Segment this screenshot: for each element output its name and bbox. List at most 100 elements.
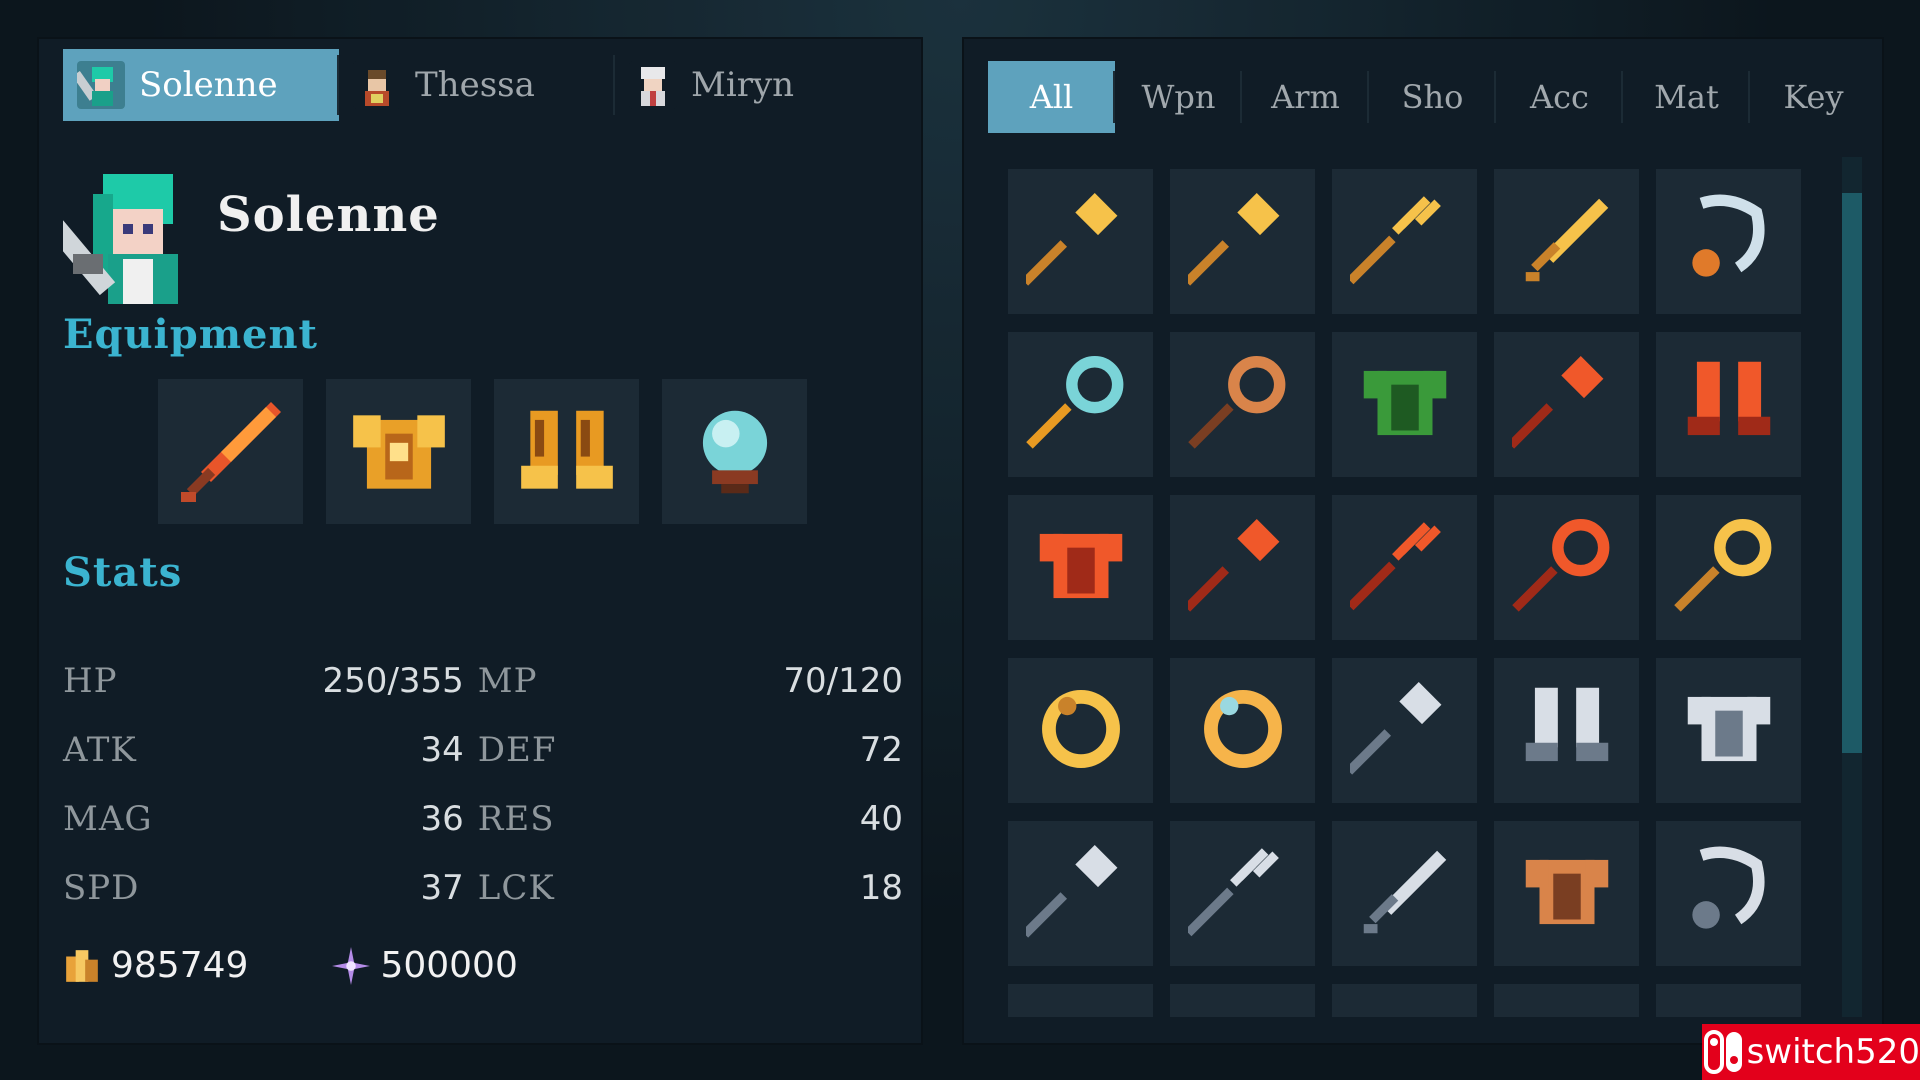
inventory-slot[interactable] xyxy=(1656,658,1801,803)
stat-row: ATK 34 DEF 72 xyxy=(63,715,903,784)
inventory-slot[interactable] xyxy=(1170,169,1315,314)
inventory-slot[interactable] xyxy=(1656,984,1801,1017)
stats-heading: Stats xyxy=(63,549,183,596)
stats-table: HP 250/355 MP 70/120 ATK 34 DEF 72 MAG 3… xyxy=(63,646,903,922)
bronze-cape-icon xyxy=(1512,837,1622,951)
inventory-slot[interactable] xyxy=(1332,495,1477,640)
tab-label: Thessa xyxy=(415,65,535,105)
inventory-slot[interactable] xyxy=(1170,658,1315,803)
stat-row: SPD 37 LCK 18 xyxy=(63,853,903,922)
inventory-grid xyxy=(988,157,1824,1017)
gold-axe-icon xyxy=(1021,185,1136,299)
inventory-slot[interactable] xyxy=(1494,169,1639,314)
red-armor-icon xyxy=(1026,511,1136,625)
silver-necklace-icon xyxy=(1674,185,1784,299)
inventory-slot[interactable] xyxy=(1170,821,1315,966)
tab-label: Solenne xyxy=(139,65,278,105)
stat-value: 34 xyxy=(420,729,464,770)
inventory-slot[interactable] xyxy=(1170,984,1315,1017)
crystal-amount: 500000 xyxy=(380,945,518,986)
inventory-slot[interactable] xyxy=(1008,169,1153,314)
character-portrait xyxy=(35,163,193,315)
gold-counter: 985749 xyxy=(63,945,248,986)
gold-armor-icon xyxy=(352,414,445,489)
equip-slot-weapon[interactable] xyxy=(158,379,303,524)
flame-sword-icon xyxy=(180,401,281,502)
red-axe-icon xyxy=(1507,348,1622,462)
bronze-item-icon xyxy=(1350,1000,1460,1018)
inventory-slot[interactable] xyxy=(1170,495,1315,640)
inventory-slot[interactable] xyxy=(1494,821,1639,966)
inventory-slot[interactable] xyxy=(1656,332,1801,477)
stat-value: 40 xyxy=(859,798,903,839)
inventory-panel: All Wpn Arm Sho Acc Mat Key xyxy=(962,37,1884,1045)
steel-pendant-icon xyxy=(1674,837,1784,951)
inventory-slot[interactable] xyxy=(1008,495,1153,640)
inventory-slot[interactable] xyxy=(1494,495,1639,640)
tab-label: All xyxy=(1029,78,1074,116)
inventory-slot[interactable] xyxy=(1332,658,1477,803)
stat-value: 250/355 xyxy=(322,660,464,701)
character-tabs: Solenne Thessa Miryn xyxy=(63,49,891,121)
bronze-item-icon xyxy=(1512,1000,1622,1018)
category-tabs: All Wpn Arm Sho Acc Mat Key xyxy=(988,61,1877,133)
inventory-slot[interactable] xyxy=(1656,821,1801,966)
switch-logo-icon xyxy=(1702,1024,1747,1080)
tab-armor[interactable]: Arm xyxy=(1242,61,1369,133)
inventory-grid-viewport xyxy=(988,157,1824,1017)
red-hammer-icon xyxy=(1183,511,1298,625)
inventory-slot[interactable] xyxy=(1332,169,1477,314)
tab-key-items[interactable]: Key xyxy=(1750,61,1877,133)
tab-label: Miryn xyxy=(691,65,795,105)
inventory-slot[interactable] xyxy=(1494,332,1639,477)
inventory-slot[interactable] xyxy=(1494,984,1639,1017)
watermark-text: switch520 xyxy=(1746,1032,1920,1072)
inventory-slot[interactable] xyxy=(1008,821,1153,966)
steel-boots-icon xyxy=(1512,674,1622,788)
equipment-heading: Equipment xyxy=(63,311,319,358)
currency-bar: 985749 500000 xyxy=(63,945,602,986)
tab-weapons[interactable]: Wpn xyxy=(1115,61,1242,133)
inventory-scrollbar[interactable] xyxy=(1842,157,1862,1017)
crystal-spark-icon xyxy=(332,946,371,985)
equipment-slots xyxy=(158,379,807,524)
tab-accessories[interactable]: Acc xyxy=(1496,61,1623,133)
watermark-badge: switch520 xyxy=(1702,1024,1920,1080)
tab-character-miryn[interactable]: Miryn xyxy=(615,49,891,121)
gold-sword-icon xyxy=(1512,185,1622,299)
character-panel: Solenne Thessa Miryn Solenne Equipment S… xyxy=(35,37,923,1045)
solenne-portrait-icon xyxy=(77,61,125,109)
stat-label: DEF xyxy=(477,729,557,770)
equip-slot-armor[interactable] xyxy=(326,379,471,524)
equip-slot-boots[interactable] xyxy=(494,379,639,524)
tab-all[interactable]: All xyxy=(988,61,1115,133)
gold-coins-icon xyxy=(66,949,98,982)
steel-hammer-icon xyxy=(1021,837,1136,951)
inventory-slot[interactable] xyxy=(1332,332,1477,477)
inventory-slot[interactable] xyxy=(1494,658,1639,803)
tab-shoes[interactable]: Sho xyxy=(1369,61,1496,133)
tab-character-solenne[interactable]: Solenne xyxy=(63,49,339,121)
tab-character-thessa[interactable]: Thessa xyxy=(339,49,615,121)
green-cloak-icon xyxy=(1350,348,1460,462)
gold-boots-icon xyxy=(520,410,613,489)
tab-materials[interactable]: Mat xyxy=(1623,61,1750,133)
equip-slot-accessory[interactable] xyxy=(662,379,807,524)
tab-label: Sho xyxy=(1401,78,1464,116)
inventory-slot[interactable] xyxy=(1008,984,1153,1017)
inventory-slot[interactable] xyxy=(1656,169,1801,314)
inventory-slot[interactable] xyxy=(1170,332,1315,477)
stat-row: MAG 36 RES 40 xyxy=(63,784,903,853)
red-gloves-icon xyxy=(1674,348,1784,462)
inventory-slot[interactable] xyxy=(1008,658,1153,803)
bronze-item-icon xyxy=(1188,1000,1298,1018)
inventory-slot[interactable] xyxy=(1332,821,1477,966)
inventory-slot[interactable] xyxy=(1656,495,1801,640)
gold-amount: 985749 xyxy=(111,945,249,986)
steel-armor-icon xyxy=(1674,674,1784,788)
scroll-thumb[interactable] xyxy=(1842,193,1862,753)
stat-label: RES xyxy=(477,798,555,839)
steel-axe-icon xyxy=(1345,674,1460,788)
inventory-slot[interactable] xyxy=(1008,332,1153,477)
inventory-slot[interactable] xyxy=(1332,984,1477,1017)
